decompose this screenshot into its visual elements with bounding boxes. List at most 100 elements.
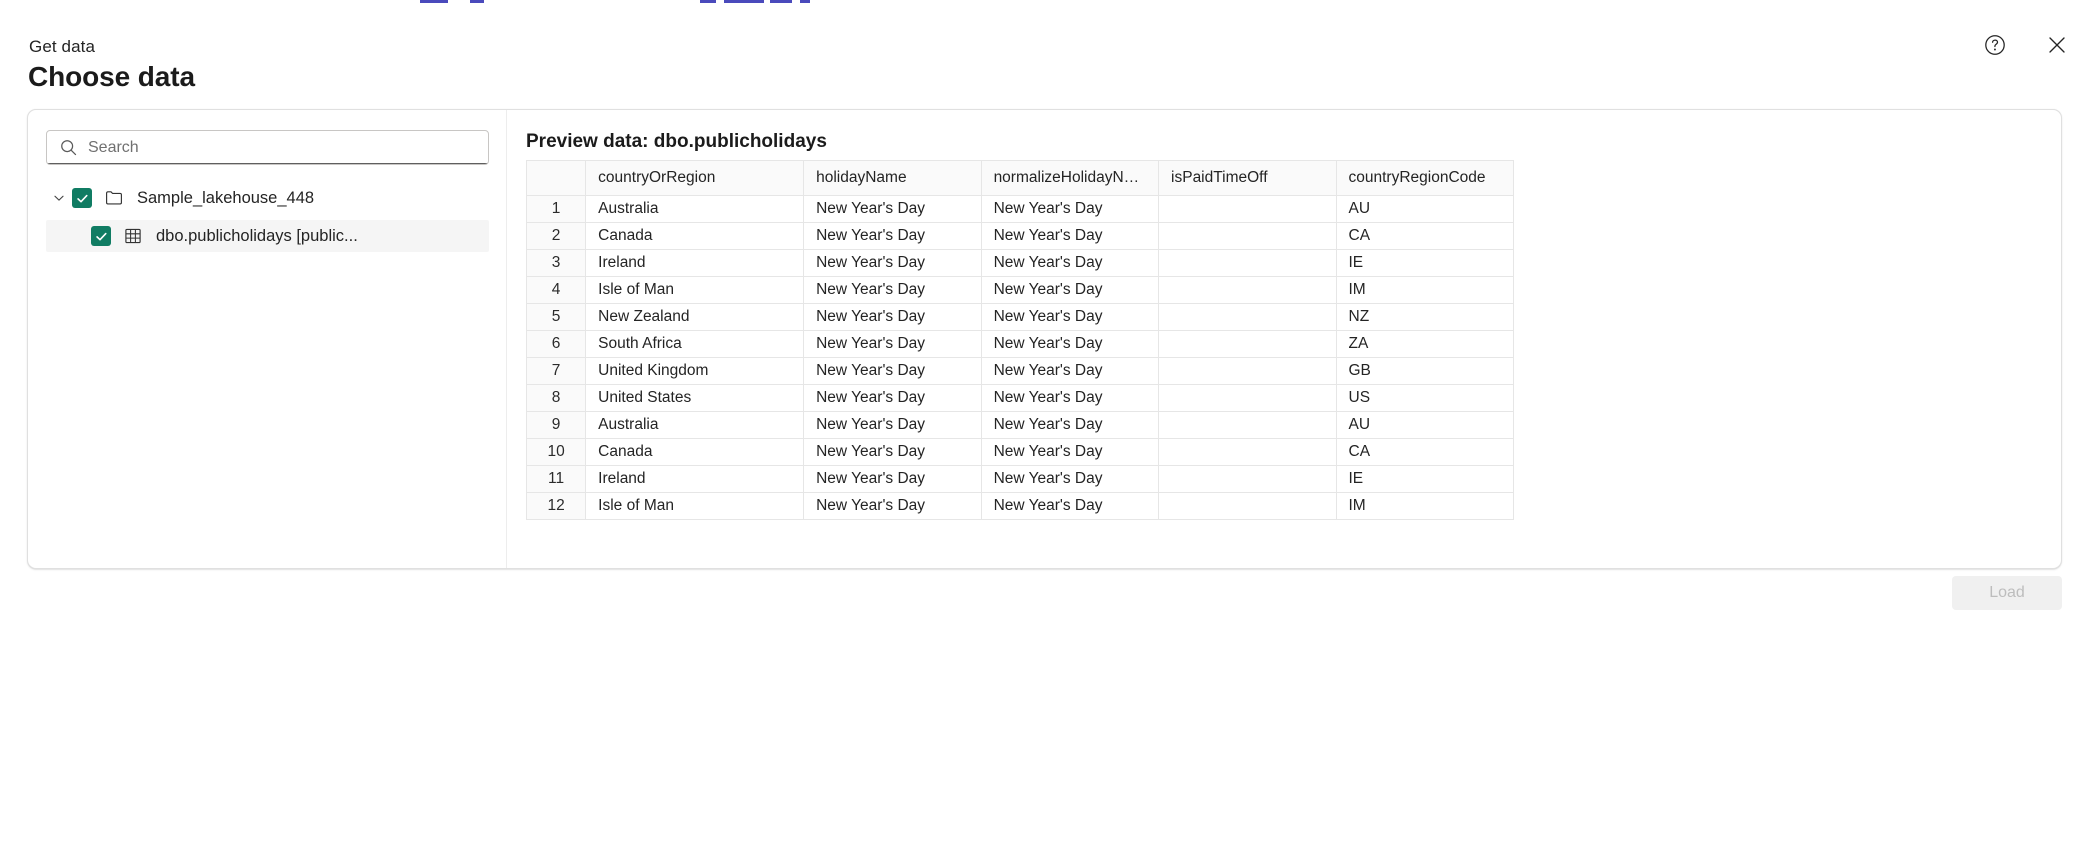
cell-normalizeHolidayName: New Year's Day bbox=[980, 222, 1160, 250]
cell-isPaidTimeOff bbox=[1158, 438, 1337, 466]
table-row[interactable]: 11 Ireland New Year's Day New Year's Day IE bbox=[526, 465, 1514, 493]
cell-holidayName: New Year's Day bbox=[803, 438, 982, 466]
column-header-countryOrRegion[interactable]: countryOrRegion bbox=[585, 160, 805, 196]
row-number: 10 bbox=[526, 438, 587, 466]
search-box[interactable] bbox=[46, 130, 489, 165]
cell-normalizeHolidayName: New Year's Day bbox=[980, 438, 1160, 466]
cell-countryRegionCode: US bbox=[1335, 384, 1514, 412]
table-grid-icon bbox=[123, 226, 145, 246]
cell-holidayName: New Year's Day bbox=[803, 411, 982, 439]
cell-holidayName: New Year's Day bbox=[803, 276, 982, 304]
cell-countryRegionCode: CA bbox=[1335, 438, 1514, 466]
cell-holidayName: New Year's Day bbox=[803, 195, 982, 223]
search-input[interactable] bbox=[88, 131, 488, 164]
column-header-countryRegionCode[interactable]: countryRegionCode bbox=[1335, 160, 1514, 196]
cell-countryOrRegion: United States bbox=[585, 384, 805, 412]
cell-countryRegionCode: IE bbox=[1335, 249, 1514, 277]
preview-table-scroll[interactable]: countryOrRegion holidayName normalizeHol… bbox=[526, 160, 1514, 520]
cell-normalizeHolidayName: New Year's Day bbox=[980, 465, 1160, 493]
cell-isPaidTimeOff bbox=[1158, 384, 1337, 412]
cell-isPaidTimeOff bbox=[1158, 411, 1337, 439]
cell-normalizeHolidayName: New Year's Day bbox=[980, 249, 1160, 277]
dialog-header-actions bbox=[1975, 25, 2077, 65]
load-button[interactable]: Load bbox=[1952, 576, 2062, 610]
tree-checkbox-dbo-publicholidays[interactable] bbox=[91, 226, 111, 246]
cell-countryRegionCode: NZ bbox=[1335, 303, 1514, 331]
row-number: 1 bbox=[526, 195, 587, 223]
table-row[interactable]: 12 Isle of Man New Year's Day New Year's Da… bbox=[526, 492, 1514, 520]
table-row[interactable]: 4 Isle of Man New Year's Day New Year's Day… bbox=[526, 276, 1514, 304]
cell-isPaidTimeOff bbox=[1158, 249, 1337, 277]
cell-countryRegionCode: IM bbox=[1335, 492, 1514, 520]
search-icon bbox=[59, 138, 78, 157]
chevron-down-icon[interactable] bbox=[46, 191, 72, 205]
row-number: 6 bbox=[526, 330, 587, 358]
row-number: 9 bbox=[526, 411, 587, 439]
column-header-holidayName[interactable]: holidayName bbox=[803, 160, 982, 196]
preview-table: countryOrRegion holidayName normalizeHol… bbox=[526, 160, 1514, 520]
table-row[interactable]: 9 Australia New Year's Day New Year's Day AU bbox=[526, 411, 1514, 439]
cell-countryOrRegion: Australia bbox=[585, 411, 805, 439]
row-number: 11 bbox=[526, 465, 587, 493]
table-row[interactable]: 10 Canada New Year's Day New Year's Day CA bbox=[526, 438, 1514, 466]
cell-holidayName: New Year's Day bbox=[803, 249, 982, 277]
get-data-dialog: Get data Choose data Search Sample_lakeh… bbox=[0, 0, 2097, 847]
cell-normalizeHolidayName: New Year's Day bbox=[980, 195, 1160, 223]
cell-countryOrRegion: Canada bbox=[585, 222, 805, 250]
cell-countryRegionCode: AU bbox=[1335, 411, 1514, 439]
help-button[interactable] bbox=[1975, 25, 2015, 65]
dialog-footer: Load bbox=[0, 573, 2097, 663]
preview-title: Preview data: dbo.publicholidays bbox=[526, 131, 827, 152]
cell-normalizeHolidayName: New Year's Day bbox=[980, 411, 1160, 439]
cell-holidayName: New Year's Day bbox=[803, 492, 982, 520]
cell-countryRegionCode: IM bbox=[1335, 276, 1514, 304]
table-row[interactable]: 3 Ireland New Year's Day New Year's Day IE bbox=[526, 249, 1514, 277]
choose-data-panel: Sample_lakehouse_448 bbox=[27, 109, 2062, 569]
cell-normalizeHolidayName: New Year's Day bbox=[980, 303, 1160, 331]
close-icon bbox=[2045, 33, 2069, 57]
folder-icon bbox=[104, 188, 126, 208]
row-number: 8 bbox=[526, 384, 587, 412]
cell-isPaidTimeOff bbox=[1158, 222, 1337, 250]
table-row[interactable]: 2 Canada New Year's Day New Year's Day CA bbox=[526, 222, 1514, 250]
cell-isPaidTimeOff bbox=[1158, 465, 1337, 493]
source-tree-pane: Sample_lakehouse_448 bbox=[28, 110, 507, 568]
cell-isPaidTimeOff bbox=[1158, 492, 1337, 520]
preview-pane: Preview data: dbo.publicholidays country… bbox=[507, 110, 2061, 568]
cell-countryRegionCode: GB bbox=[1335, 357, 1514, 385]
cell-normalizeHolidayName: New Year's Day bbox=[980, 492, 1160, 520]
tree-checkbox-sample-lakehouse-448[interactable] bbox=[72, 188, 92, 208]
cell-normalizeHolidayName: New Year's Day bbox=[980, 276, 1160, 304]
cell-countryOrRegion: Isle of Man bbox=[585, 276, 805, 304]
cell-isPaidTimeOff bbox=[1158, 195, 1337, 223]
tree-item-label: Sample_lakehouse_448 bbox=[137, 188, 315, 207]
table-row[interactable]: 7 United Kingdom New Year's Day New Year's … bbox=[526, 357, 1514, 385]
column-header-normalizeHolidayName[interactable]: normalizeHolidayName bbox=[980, 160, 1160, 196]
cell-countryRegionCode: CA bbox=[1335, 222, 1514, 250]
tree-item-dbo-publicholidays[interactable]: dbo.publicholidays [public... bbox=[46, 220, 489, 252]
dialog-surface: Get data Choose data Search Sample_lakeh… bbox=[0, 3, 2097, 847]
row-number: 7 bbox=[526, 357, 587, 385]
row-number: 3 bbox=[526, 249, 587, 277]
preview-table-body: 1 Australia New Year's Day New Year's Day AU… bbox=[526, 195, 1514, 520]
cell-countryRegionCode: AU bbox=[1335, 195, 1514, 223]
cell-holidayName: New Year's Day bbox=[803, 465, 982, 493]
close-button[interactable] bbox=[2037, 25, 2077, 65]
cell-countryOrRegion: Isle of Man bbox=[585, 492, 805, 520]
cell-isPaidTimeOff bbox=[1158, 276, 1337, 304]
cell-normalizeHolidayName: New Year's Day bbox=[980, 330, 1160, 358]
cell-isPaidTimeOff bbox=[1158, 330, 1337, 358]
table-row[interactable]: 1 Australia New Year's Day New Year's Day AU bbox=[526, 195, 1514, 223]
table-row[interactable]: 5 New Zealand New Year's Day New Year's Day… bbox=[526, 303, 1514, 331]
cell-countryOrRegion: United Kingdom bbox=[585, 357, 805, 385]
cell-countryRegionCode: ZA bbox=[1335, 330, 1514, 358]
row-number: 12 bbox=[526, 492, 587, 520]
row-number: 5 bbox=[526, 303, 587, 331]
dialog-eyebrow: Get data bbox=[29, 37, 96, 56]
table-row[interactable]: 8 United States New Year's Day New Year's D… bbox=[526, 384, 1514, 412]
column-header-isPaidTimeOff[interactable]: isPaidTimeOff bbox=[1158, 160, 1337, 196]
cell-countryOrRegion: Ireland bbox=[585, 465, 805, 493]
tree-item-sample-lakehouse-448[interactable]: Sample_lakehouse_448 bbox=[46, 182, 489, 214]
table-row[interactable]: 6 South Africa New Year's Day New Year's Da… bbox=[526, 330, 1514, 358]
cell-countryOrRegion: South Africa bbox=[585, 330, 805, 358]
